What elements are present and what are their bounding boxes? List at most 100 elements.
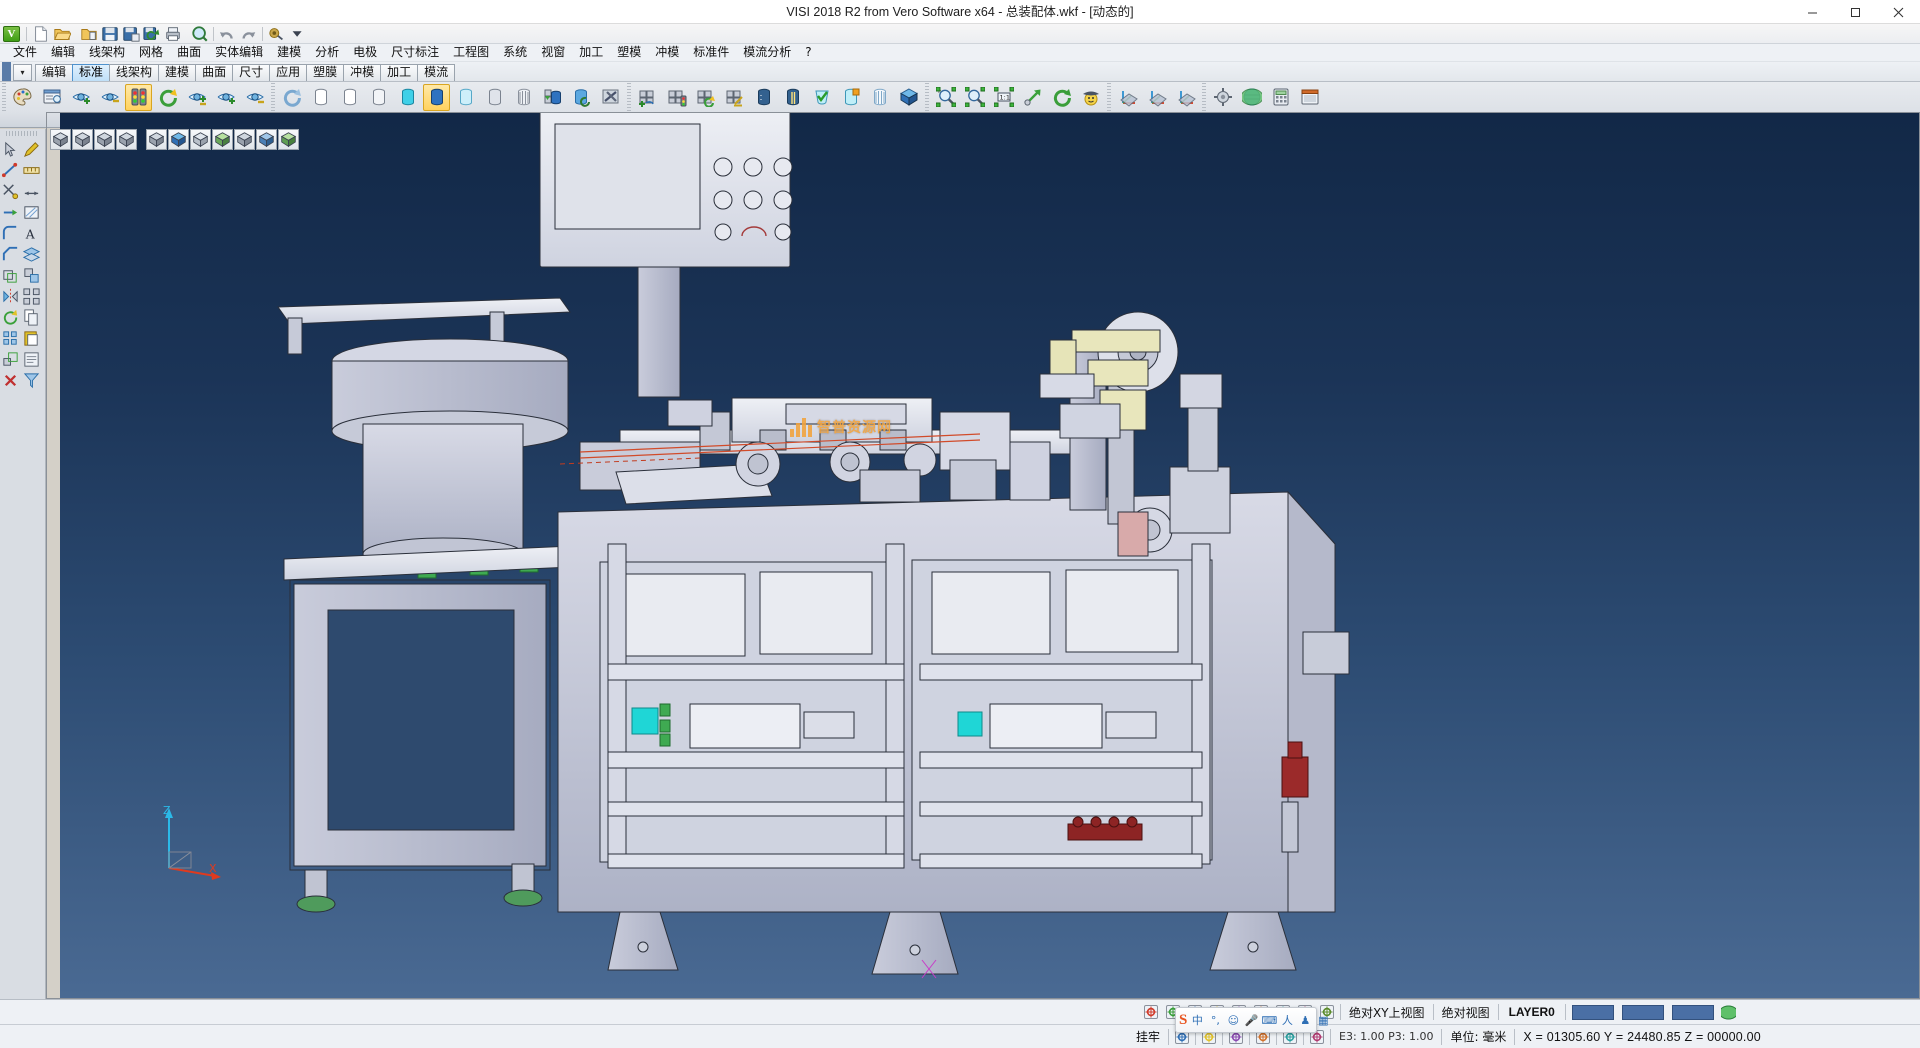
delete-entity-icon[interactable]: [0, 370, 21, 391]
ribbon-tab-2[interactable]: 线架构: [109, 64, 159, 81]
ribbon-tab-3[interactable]: 建模: [158, 64, 196, 81]
ime-item-0[interactable]: 中: [1189, 1011, 1205, 1029]
copy-icon[interactable]: [21, 307, 42, 328]
ime-item-2[interactable]: ☺: [1225, 1011, 1241, 1029]
ribbon-tab-5[interactable]: 尺寸: [232, 64, 270, 81]
view-iso-icon[interactable]: [146, 129, 167, 150]
ribbon-group-grip[interactable]: [1107, 83, 1111, 111]
ribbon-tab-9[interactable]: 加工: [380, 64, 418, 81]
rotate-view-icon[interactable]: [1048, 84, 1075, 111]
shaded-blue-icon[interactable]: [423, 84, 450, 111]
wire-cyl-icon[interactable]: [866, 84, 893, 111]
dimension-icon[interactable]: [21, 181, 42, 202]
section-cyl-icon[interactable]: [750, 84, 777, 111]
zoom-window-icon[interactable]: +: [932, 84, 959, 111]
ribbon-group-grip[interactable]: [627, 83, 631, 111]
menu-item-8[interactable]: 电极: [346, 44, 384, 61]
text-icon[interactable]: A: [21, 223, 42, 244]
hatch-icon[interactable]: [21, 202, 42, 223]
ime-item-5[interactable]: 人: [1279, 1011, 1295, 1029]
traffic-filter-icon[interactable]: [125, 84, 152, 111]
color-swatch-3[interactable]: [1672, 1005, 1714, 1020]
undo-icon[interactable]: [218, 25, 237, 42]
pencil-edit-icon[interactable]: [21, 139, 42, 160]
hidden-dashed-icon[interactable]: [365, 84, 392, 111]
view-shade-icon[interactable]: [72, 129, 93, 150]
open-file-icon[interactable]: [52, 25, 71, 42]
osnap-end-icon[interactable]: [1141, 1002, 1161, 1022]
workplane-list-icon[interactable]: [1172, 84, 1199, 111]
print-icon[interactable]: [163, 25, 182, 42]
ribbon-tab-0[interactable]: 编辑: [35, 64, 73, 81]
menu-item-5[interactable]: 实体编辑: [208, 44, 270, 61]
wireframe-view-icon[interactable]: [307, 84, 334, 111]
ime-item-1[interactable]: °,: [1207, 1011, 1223, 1029]
new-file-icon[interactable]: [31, 25, 50, 42]
menu-item-16[interactable]: 标准件: [686, 44, 736, 61]
explode-icon[interactable]: [21, 286, 42, 307]
check-cyl-icon[interactable]: [808, 84, 835, 111]
solid-cube-icon[interactable]: [895, 84, 922, 111]
measure-icon[interactable]: [21, 160, 42, 181]
sogou-logo-icon[interactable]: S: [1179, 1011, 1187, 1029]
layer-manager-icon[interactable]: [38, 84, 65, 111]
extend-icon[interactable]: [0, 202, 21, 223]
array-icon[interactable]: [0, 328, 21, 349]
close-button[interactable]: [1877, 0, 1920, 24]
settings-icon[interactable]: [267, 25, 286, 42]
eye-minus-icon[interactable]: [241, 84, 268, 111]
layer-icon[interactable]: [21, 244, 42, 265]
stripe-cyl-icon[interactable]: [779, 84, 806, 111]
ribbon-tab-4[interactable]: 曲面: [195, 64, 233, 81]
menu-item-9[interactable]: 尺寸标注: [384, 44, 446, 61]
line-draw-icon[interactable]: [0, 160, 21, 181]
render-save-icon[interactable]: [568, 84, 595, 111]
graphics-settings-icon[interactable]: [597, 84, 624, 111]
paste-icon[interactable]: [21, 328, 42, 349]
system-window-icon[interactable]: [1296, 84, 1323, 111]
view-right-icon[interactable]: [212, 129, 233, 150]
eye-plusminus-icon[interactable]: [183, 84, 210, 111]
maximize-button[interactable]: [1834, 0, 1877, 24]
customize-dropdown-icon[interactable]: [288, 25, 307, 42]
eye-plus-icon[interactable]: [212, 84, 239, 111]
globe-icon[interactable]: [1719, 1002, 1739, 1022]
color-palette-icon[interactable]: [9, 84, 36, 111]
ribbon-tab-8[interactable]: 冲模: [343, 64, 381, 81]
zoom-selection-icon[interactable]: [961, 84, 988, 111]
tab-dropdown-button[interactable]: ▾: [13, 64, 32, 81]
menu-item-17[interactable]: 模流分析: [736, 44, 798, 61]
mirror-icon[interactable]: [0, 286, 21, 307]
hide-minus-icon[interactable]: [96, 84, 123, 111]
ribbon-tab-1[interactable]: 标准: [72, 64, 110, 81]
highlight-cyl-icon[interactable]: [837, 84, 864, 111]
save-icon[interactable]: [100, 25, 119, 42]
system-settings-icon[interactable]: [1209, 84, 1236, 111]
ribbon-group-grip[interactable]: [2, 83, 6, 111]
ribbon-tab-6[interactable]: 应用: [269, 64, 307, 81]
show-add-icon[interactable]: [67, 84, 94, 111]
scale-icon[interactable]: [0, 349, 21, 370]
view-back-icon[interactable]: [256, 129, 277, 150]
view-top-icon[interactable]: [168, 129, 189, 150]
rotate-copy-icon[interactable]: [0, 307, 21, 328]
color-swatch-2[interactable]: [1622, 1005, 1664, 1020]
view-bottom-icon[interactable]: [278, 129, 299, 150]
model-canvas[interactable]: 智普资源网 Z X: [60, 112, 1920, 999]
group-icon[interactable]: [21, 265, 42, 286]
ribbon-group-grip[interactable]: [271, 83, 275, 111]
menu-item-0[interactable]: 文件: [6, 44, 44, 61]
assembly-status-icon[interactable]: [663, 84, 690, 111]
ime-item-4[interactable]: ⌨: [1261, 1011, 1277, 1029]
regenerate-icon[interactable]: [278, 84, 305, 111]
zoom-one-to-one-icon[interactable]: 1:1: [990, 84, 1017, 111]
menu-item-3[interactable]: 网格: [132, 44, 170, 61]
menu-item-14[interactable]: 塑模: [610, 44, 648, 61]
view-front-icon[interactable]: [190, 129, 211, 150]
menu-item-12[interactable]: 视窗: [534, 44, 572, 61]
menu-item-2[interactable]: 线架构: [82, 44, 132, 61]
workplane-move-icon[interactable]: [1143, 84, 1170, 111]
ribbon-group-grip[interactable]: [1202, 83, 1206, 111]
assembly-add-icon[interactable]: [634, 84, 661, 111]
shaded-cyan-icon[interactable]: [394, 84, 421, 111]
